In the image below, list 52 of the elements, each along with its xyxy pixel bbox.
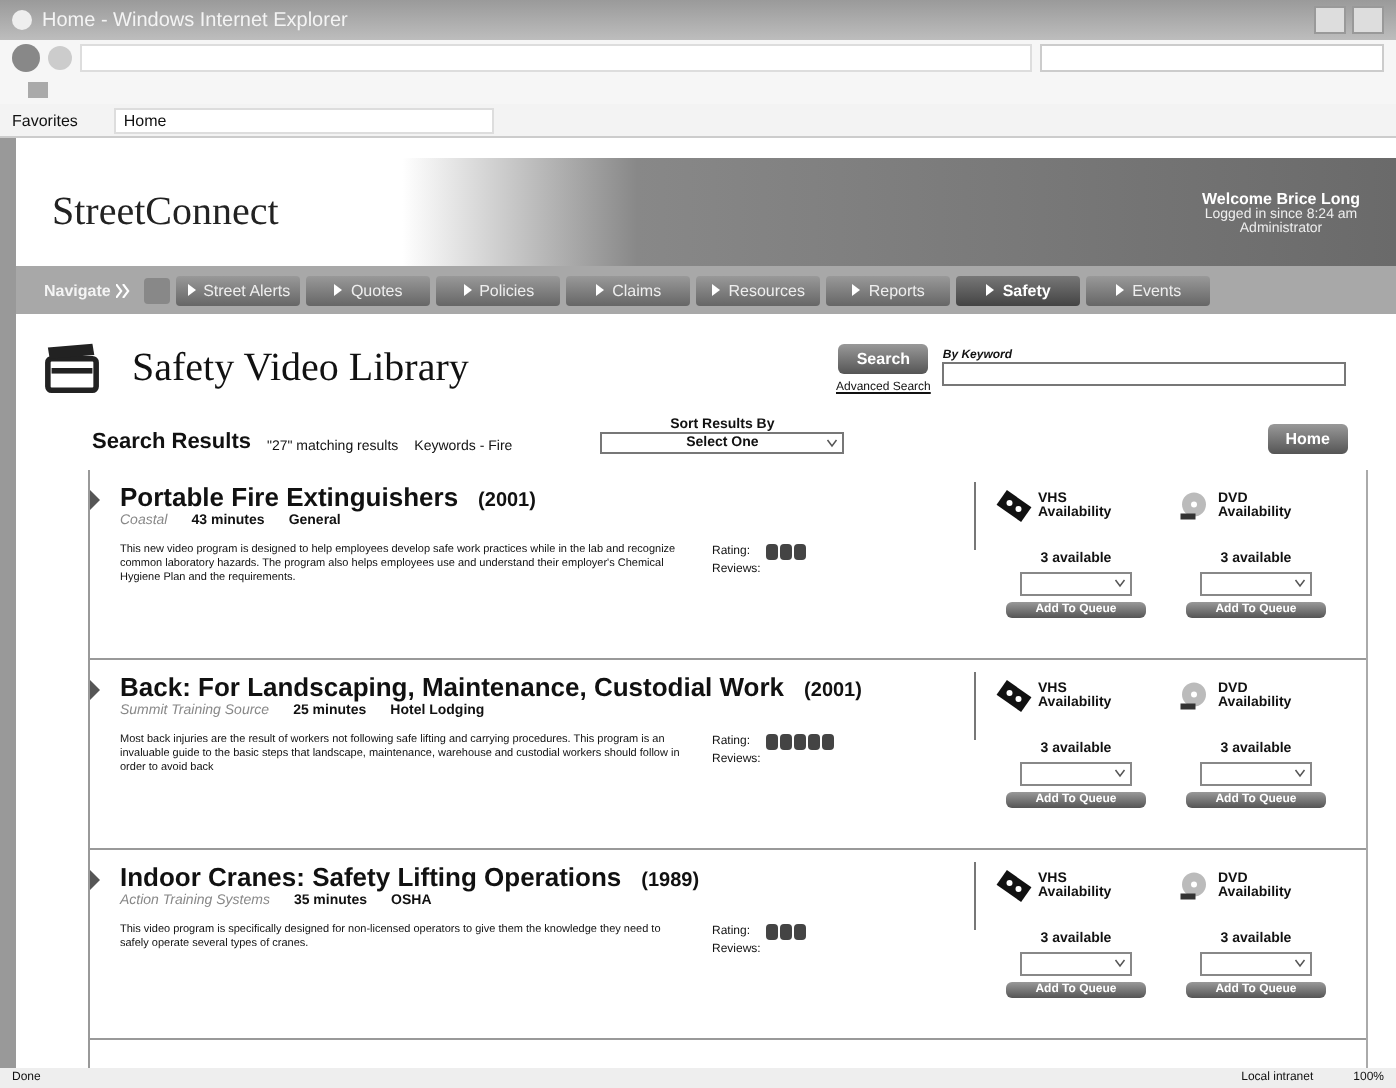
nav-tab[interactable]: Resources xyxy=(696,275,821,305)
copies-dropdown[interactable] xyxy=(1020,762,1132,786)
browser-icon xyxy=(12,10,32,30)
maximize-button[interactable] xyxy=(1352,6,1384,34)
page-title: Safety Video Library xyxy=(132,345,471,391)
minimize-button[interactable] xyxy=(1314,6,1346,34)
copies-dropdown[interactable] xyxy=(1020,952,1132,976)
expand-arrow-icon[interactable] xyxy=(90,868,100,892)
copies-dropdown[interactable] xyxy=(1200,762,1312,786)
nav-tab[interactable]: Street Alerts xyxy=(176,275,301,305)
caret-icon xyxy=(1294,578,1306,588)
search-field[interactable] xyxy=(1040,44,1384,72)
nav-tab[interactable]: Claims xyxy=(566,275,691,305)
nav-tab[interactable]: Quotes xyxy=(306,275,431,305)
video-title: Portable Fire Extinguishers xyxy=(120,482,459,512)
disc-icon xyxy=(1176,490,1212,522)
copies-dropdown[interactable] xyxy=(1200,952,1312,976)
caret-icon xyxy=(1294,768,1306,778)
caret-icon xyxy=(826,438,839,448)
caret-icon xyxy=(1294,958,1306,968)
disc-icon xyxy=(1176,870,1212,902)
logo: StreetConnect xyxy=(52,189,279,235)
caret-icon xyxy=(1114,578,1126,588)
welcome-text: Welcome Brice Long xyxy=(1202,189,1360,207)
double-chevron-icon xyxy=(116,283,131,297)
search-button[interactable]: Search xyxy=(838,343,929,373)
browser-tab[interactable]: Home xyxy=(113,107,494,133)
back-button[interactable] xyxy=(12,44,40,72)
favorites-button[interactable]: Favorites xyxy=(12,111,78,129)
video-title: Back: For Landscaping, Maintenance, Custodial Work xyxy=(120,672,785,702)
copies-dropdown[interactable] xyxy=(1020,572,1132,596)
nav-tab[interactable]: Safety xyxy=(956,275,1081,305)
results-title: Search Results xyxy=(92,430,251,454)
video-year: (2001) xyxy=(478,490,536,512)
disc-icon xyxy=(1176,680,1212,712)
nav-tab[interactable]: Reports xyxy=(826,275,951,305)
clapperboard-icon xyxy=(44,342,100,394)
caret-icon xyxy=(1114,768,1126,778)
home-button[interactable]: Home xyxy=(1267,424,1348,454)
copies-dropdown[interactable] xyxy=(1200,572,1312,596)
address-field[interactable] xyxy=(80,44,1032,72)
video-year: (1989) xyxy=(641,870,700,892)
expand-arrow-icon[interactable] xyxy=(90,678,100,702)
nav-label: Navigate xyxy=(44,281,111,299)
keyword-field[interactable] xyxy=(942,362,1347,386)
window-title: Home - Windows Internet Explorer xyxy=(42,9,350,31)
caret-icon xyxy=(1114,958,1126,968)
expand-arrow-icon[interactable] xyxy=(90,488,100,512)
video-year: (2001) xyxy=(804,680,862,702)
nav-tab[interactable]: Events xyxy=(1086,275,1211,305)
nav-tab[interactable]: Policies xyxy=(436,275,561,305)
video-title: Indoor Cranes: Safety Lifting Operations xyxy=(120,862,622,892)
